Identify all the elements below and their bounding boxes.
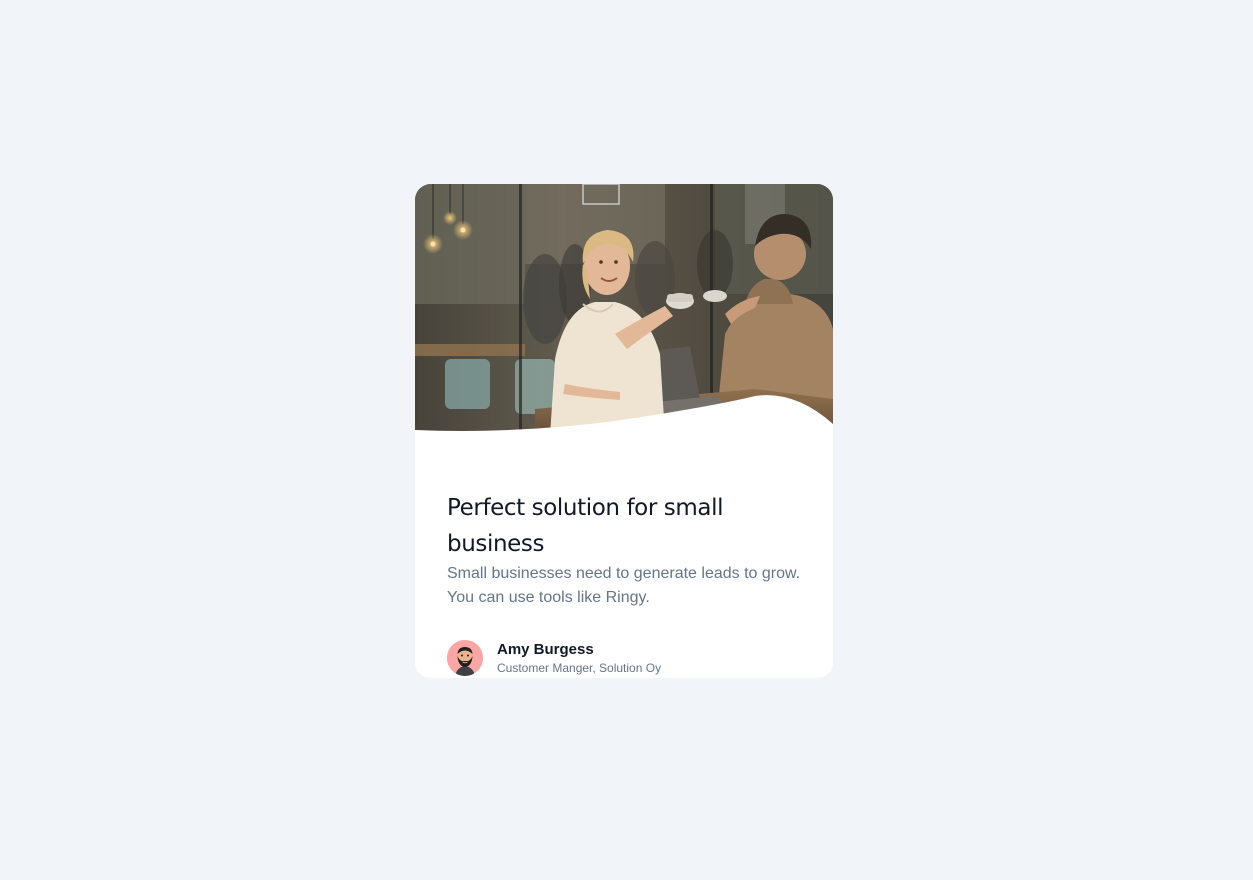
avatar[interactable]	[447, 640, 483, 676]
author-name[interactable]: Amy Burgess	[497, 640, 661, 660]
author-role: Customer Manger, Solution Oy	[497, 661, 662, 675]
card-content: Perfect solution for small business Smal…	[447, 490, 807, 610]
card-title[interactable]: Perfect solution for small business	[447, 490, 807, 562]
blog-card[interactable]: Perfect solution for small business Smal…	[415, 184, 833, 678]
card-photo	[415, 184, 833, 436]
author-text: Amy Burgess Customer Manger, Solution Oy	[497, 640, 661, 676]
card-description: Small businesses need to generate leads …	[447, 565, 801, 606]
author-block[interactable]: Amy Burgess Customer Manger, Solution Oy	[447, 640, 661, 676]
bearded-man-avatar-icon	[447, 640, 483, 676]
